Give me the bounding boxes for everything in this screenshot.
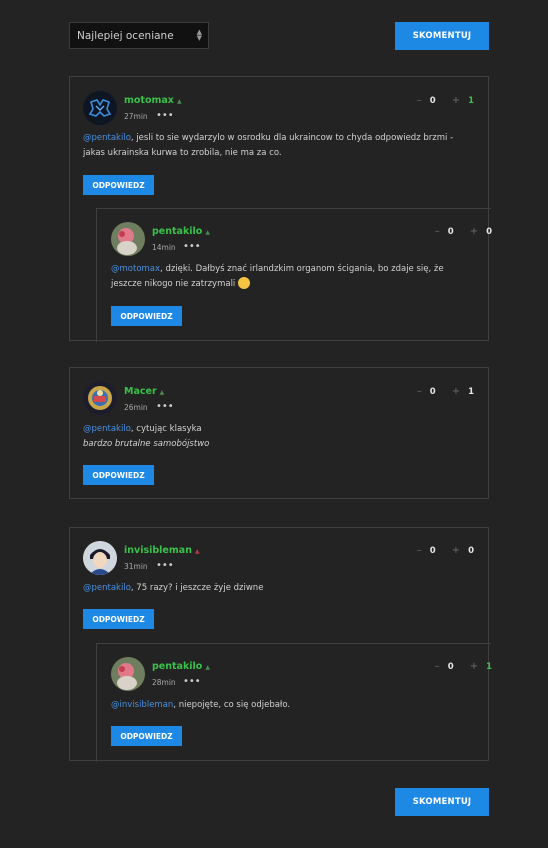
comment-author[interactable]: invisibleman ▲	[124, 545, 200, 556]
comment-button-top[interactable]: SKOMENTUJ	[395, 22, 489, 50]
pentakilo-avatar-icon	[111, 222, 145, 256]
more-options-icon[interactable]: •••	[183, 241, 201, 252]
comment-thread: Macer ▲ 26min ••• –0 +1 @pentakilo, cytuj…	[69, 367, 489, 499]
comment-time: 27min	[124, 112, 148, 121]
comment-thread: invisibleman ▲ 31min ••• –0 +0 @pentakilo…	[69, 527, 492, 762]
downvote-icon[interactable]: –	[435, 226, 440, 237]
downvote-count: 0	[447, 661, 454, 672]
comment-time: 14min	[152, 243, 176, 252]
comment-body: @pentakilo, 75 razy? i jeszcze żyje dziw…	[83, 581, 483, 596]
upvote-count: 0	[468, 545, 474, 556]
mention-link[interactable]: @pentakilo	[83, 583, 131, 593]
comment-text-line2: jakas ukrainska kurwa to zrobila, nie ma…	[83, 148, 282, 158]
online-indicator-icon: ▲	[176, 98, 182, 105]
comment-text: , jesli to sie wydarzylo w osrodku dla u…	[130, 133, 454, 143]
author-name: pentakilo	[152, 226, 203, 237]
author-name: Macer	[124, 386, 157, 397]
reply-button[interactable]: ODPOWIEDZ	[111, 306, 182, 326]
downvote-count: 0	[429, 386, 436, 397]
reply-container: pentakilo ▲ 28min ••• –0 +1 @invisibleman…	[96, 643, 492, 762]
comment-button-bottom[interactable]: SKOMENTUJ	[395, 788, 489, 816]
pentakilo-avatar-icon	[111, 657, 145, 691]
online-indicator-icon: ▲	[159, 389, 165, 396]
sort-select-value: Najlepiej oceniane	[77, 29, 174, 42]
upvote-icon[interactable]: +	[452, 545, 460, 556]
author-name: invisibleman	[124, 545, 192, 556]
comment-body: @invisibleman, niepojęte, co się odjebał…	[111, 698, 481, 713]
mention-link[interactable]: @invisibleman	[111, 700, 173, 710]
comment-author[interactable]: pentakilo ▲	[152, 226, 210, 237]
downvote-icon[interactable]: –	[417, 545, 422, 556]
avatar[interactable]	[83, 541, 117, 575]
votes: –0 +1	[417, 95, 474, 106]
invisibleman-avatar-icon	[83, 541, 117, 575]
more-options-icon[interactable]: •••	[156, 560, 174, 571]
more-options-icon[interactable]: •••	[156, 401, 174, 412]
comment-time: 26min	[124, 403, 148, 412]
mention-link[interactable]: @pentakilo	[83, 133, 131, 143]
select-arrows-icon: ▲ ▼	[196, 28, 202, 42]
reply-button[interactable]: ODPOWIEDZ	[83, 175, 154, 195]
comment-text-line2: bardzo brutalne samobójstwo	[83, 439, 210, 449]
downvote-count: 0	[429, 545, 436, 556]
upvote-icon[interactable]: +	[452, 95, 460, 106]
comment-text: , dzięki. Dałbyś znać irlandzkim organom…	[160, 264, 444, 274]
comment-text: , niepojęte, co się odjebało.	[173, 700, 291, 710]
more-options-icon[interactable]: •••	[183, 676, 201, 687]
comment-author[interactable]: Macer ▲	[124, 386, 164, 397]
comment-time: 31min	[124, 562, 148, 571]
comment-text-line2: jeszcze nikogo nie zatrzymali	[111, 279, 236, 289]
comment-author[interactable]: motomax ▲	[124, 95, 182, 106]
comment-text: , cytując klasyka	[130, 424, 202, 434]
reply-button[interactable]: ODPOWIEDZ	[83, 609, 154, 629]
online-indicator-icon: ▲	[194, 548, 200, 555]
mention-link[interactable]: @pentakilo	[83, 424, 131, 434]
comment-body: @pentakilo, cytując klasyka bardzo bruta…	[83, 422, 483, 452]
votes: –0 +1	[417, 386, 474, 397]
avatar[interactable]	[111, 222, 145, 256]
downvote-count: 0	[447, 226, 454, 237]
online-indicator-icon: ▲	[205, 229, 210, 236]
reply-button[interactable]: ODPOWIEDZ	[83, 465, 154, 485]
upvote-count: 1	[468, 386, 474, 397]
upvote-count: 1	[468, 95, 474, 106]
reply-button[interactable]: ODPOWIEDZ	[111, 726, 182, 746]
smile-emoji-icon	[238, 276, 250, 289]
motomax-avatar-icon	[83, 91, 117, 125]
more-options-icon[interactable]: •••	[156, 110, 174, 121]
downvote-count: 0	[429, 95, 436, 106]
downvote-icon[interactable]: –	[417, 386, 422, 397]
avatar[interactable]	[83, 381, 117, 415]
comment-thread: motomax ▲ 27min ••• –0 +1 @pentakilo, jes…	[69, 76, 492, 342]
mention-link[interactable]: @motomax	[111, 264, 160, 274]
comment-time: 28min	[152, 678, 176, 687]
upvote-icon[interactable]: +	[470, 661, 478, 672]
downvote-icon[interactable]: –	[435, 661, 440, 672]
online-indicator-icon: ▲	[205, 664, 210, 671]
upvote-icon[interactable]: +	[452, 386, 460, 397]
votes: –0 +1	[435, 661, 492, 672]
votes: –0 +0	[435, 226, 492, 237]
comment-text: , 75 razy? i jeszcze żyje dziwne	[130, 583, 264, 593]
comment-body: @pentakilo, jesli to sie wydarzylo w osr…	[83, 131, 483, 161]
avatar[interactable]	[83, 91, 117, 125]
avatar[interactable]	[111, 657, 145, 691]
downvote-icon[interactable]: –	[417, 95, 422, 106]
upvote-count: 0	[486, 226, 492, 237]
upvote-icon[interactable]: +	[470, 226, 478, 237]
comment-body: @motomax, dzięki. Dałbyś znać irlandzkim…	[111, 262, 481, 292]
upvote-count: 1	[486, 661, 492, 672]
sort-select[interactable]: Najlepiej oceniane ▲ ▼	[69, 22, 209, 49]
votes: –0 +0	[417, 545, 474, 556]
author-name: motomax	[124, 95, 174, 106]
macer-avatar-icon	[83, 381, 117, 415]
reply-container: pentakilo ▲ 14min ••• –0 +0 @motomax, dzi…	[96, 208, 492, 342]
author-name: pentakilo	[152, 661, 203, 672]
comment-author[interactable]: pentakilo ▲	[152, 661, 210, 672]
